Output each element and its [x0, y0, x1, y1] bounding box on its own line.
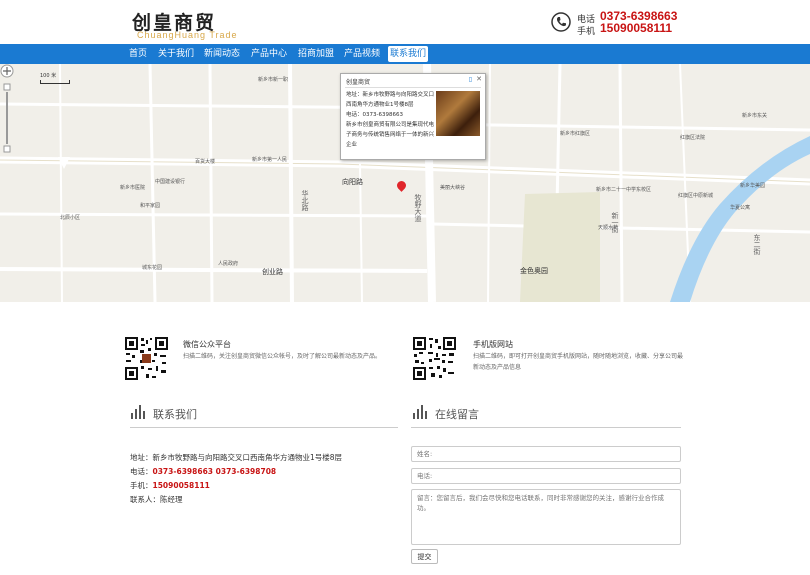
map-zoom-control[interactable]: [0, 64, 14, 164]
close-icon[interactable]: ✕: [476, 75, 482, 83]
mobile-site-desc: 扫描二维码，即可打开创皇商贸手机版网站，随时随地浏览，收藏、分享公司最新动态及产…: [473, 353, 684, 371]
wechat-qr-code: [124, 336, 169, 381]
nav-home[interactable]: 首页: [124, 44, 152, 64]
nav-about[interactable]: 关于我们: [157, 44, 195, 64]
contact-phone-label: 电话：: [130, 467, 153, 476]
mobile-site-qr-code: [412, 336, 457, 381]
mobile-site-title: 手机版网站: [473, 340, 513, 349]
nav-videos[interactable]: 产品视频: [341, 44, 383, 64]
bar-chart-icon: [131, 405, 145, 419]
map-label: 中国建设银行: [155, 179, 186, 185]
divider: [345, 87, 481, 88]
info-window-tail: [58, 157, 70, 169]
map-label: 新乡市二十一中学东校区: [596, 187, 652, 193]
mobile-icon[interactable]: ▯: [469, 76, 472, 83]
map-label: 创业路: [262, 268, 283, 276]
info-desc: 新乡市创皇商贸有限公司是集现代电子商务与传统销售网络于一体的新兴企业: [346, 122, 435, 148]
divider: [130, 427, 398, 428]
map-label: 新乡市红旗区: [560, 131, 591, 137]
map-label: 红旗区中原新城: [678, 193, 714, 199]
map-label: 华夏公寓: [730, 205, 751, 211]
logo-subtitle: ChuangHuang Trade: [137, 30, 238, 40]
map-label: 牧野大道: [414, 194, 422, 222]
message-textarea[interactable]: [411, 489, 681, 545]
info-body: 地址：新乡市牧野路与向阳路交叉口西南角华方通物业1号楼8层 电话：0373-63…: [346, 90, 434, 150]
mobile-label: 手机: [577, 27, 596, 37]
mobile-number: 15090058111: [600, 21, 673, 35]
contact-phone-row: 电话：0373-6398663 0373-6398708: [130, 466, 276, 477]
contact-address: 地址：新乡市牧野路与向阳路交叉口西南角华方通物业1号楼8层: [130, 453, 343, 462]
map-label: 新乡市第一人民: [252, 157, 288, 163]
info-phone: 电话：0373-6398663: [346, 112, 403, 118]
map-label: 向阳路: [342, 178, 363, 186]
wechat-title: 微信公众平台: [183, 340, 231, 349]
info-address: 地址：新乡市牧野路与向阳路交叉口西南角华方通物业1号楼8层: [346, 92, 435, 108]
nav-contact[interactable]: 联系我们: [388, 46, 428, 62]
contact-person: 联系人：陈经理: [130, 495, 183, 504]
map-label: 和平家园: [140, 203, 161, 209]
map-label: 新乡华美园: [740, 183, 766, 189]
store-photo: [436, 91, 480, 136]
map-label: 人民政府: [218, 261, 239, 267]
contact-mobile-label: 手机：: [130, 481, 153, 490]
nav-franchise[interactable]: 招商加盟: [295, 44, 337, 64]
map-label: 新一街: [611, 212, 619, 233]
map-label: 金色奥园: [520, 267, 548, 275]
nav-news[interactable]: 新闻动态: [201, 44, 243, 64]
submit-button[interactable]: 提交: [411, 549, 438, 564]
map-info-window: 创皇商贸 ▯ ✕ 地址：新乡市牧野路与向阳路交叉口西南角华方通物业1号楼8层 电…: [340, 73, 486, 160]
message-section-title: 在线留言: [435, 408, 479, 421]
contact-phone: 0373-6398663 0373-6398708: [152, 467, 277, 476]
phone-icon: [551, 12, 571, 32]
site-header: 创皇商贸 ChuangHuang Trade 电话 手机 0373-639866…: [0, 0, 810, 44]
phone-input[interactable]: [411, 468, 681, 484]
info-title: 创皇商贸: [346, 79, 371, 86]
map-scale-label: 100 米: [40, 73, 57, 79]
map-label: 美丽大峡谷: [440, 185, 466, 191]
map-label: 红旗区法院: [680, 135, 706, 141]
map-label: 新乡市东关: [742, 113, 768, 119]
map-scale-bar: [40, 80, 70, 84]
name-input[interactable]: [411, 446, 681, 462]
map-label: 华北路: [301, 190, 309, 211]
baidu-map[interactable]: 100 米 华北路 牧野大道 金色奥园 创业路 向阳路 新乡市医院 新乡市二十一…: [0, 64, 810, 302]
map-label: 新乡市新一职: [258, 77, 289, 83]
map-label: 东二街: [753, 234, 761, 255]
contact-section-title: 联系我们: [153, 408, 197, 421]
main-nav: 首页 关于我们 新闻动态 产品中心 招商加盟 产品视频 联系我们: [0, 44, 810, 64]
map-label: 北辰小区: [60, 215, 81, 221]
wechat-desc: 扫描二维码，关注创皇商贸微信公众帐号，及时了解公司最新动态及产品。: [183, 353, 382, 360]
map-label: 城东花园: [142, 265, 163, 271]
contact-mobile: 15090058111: [152, 481, 210, 490]
nav-products[interactable]: 产品中心: [248, 44, 290, 64]
map-label: 百货大楼: [195, 159, 216, 165]
bar-chart-icon: [413, 405, 427, 419]
map-label: 新乡市医院: [120, 185, 146, 191]
divider: [411, 427, 681, 428]
contact-mobile-row: 手机：15090058111: [130, 480, 210, 491]
